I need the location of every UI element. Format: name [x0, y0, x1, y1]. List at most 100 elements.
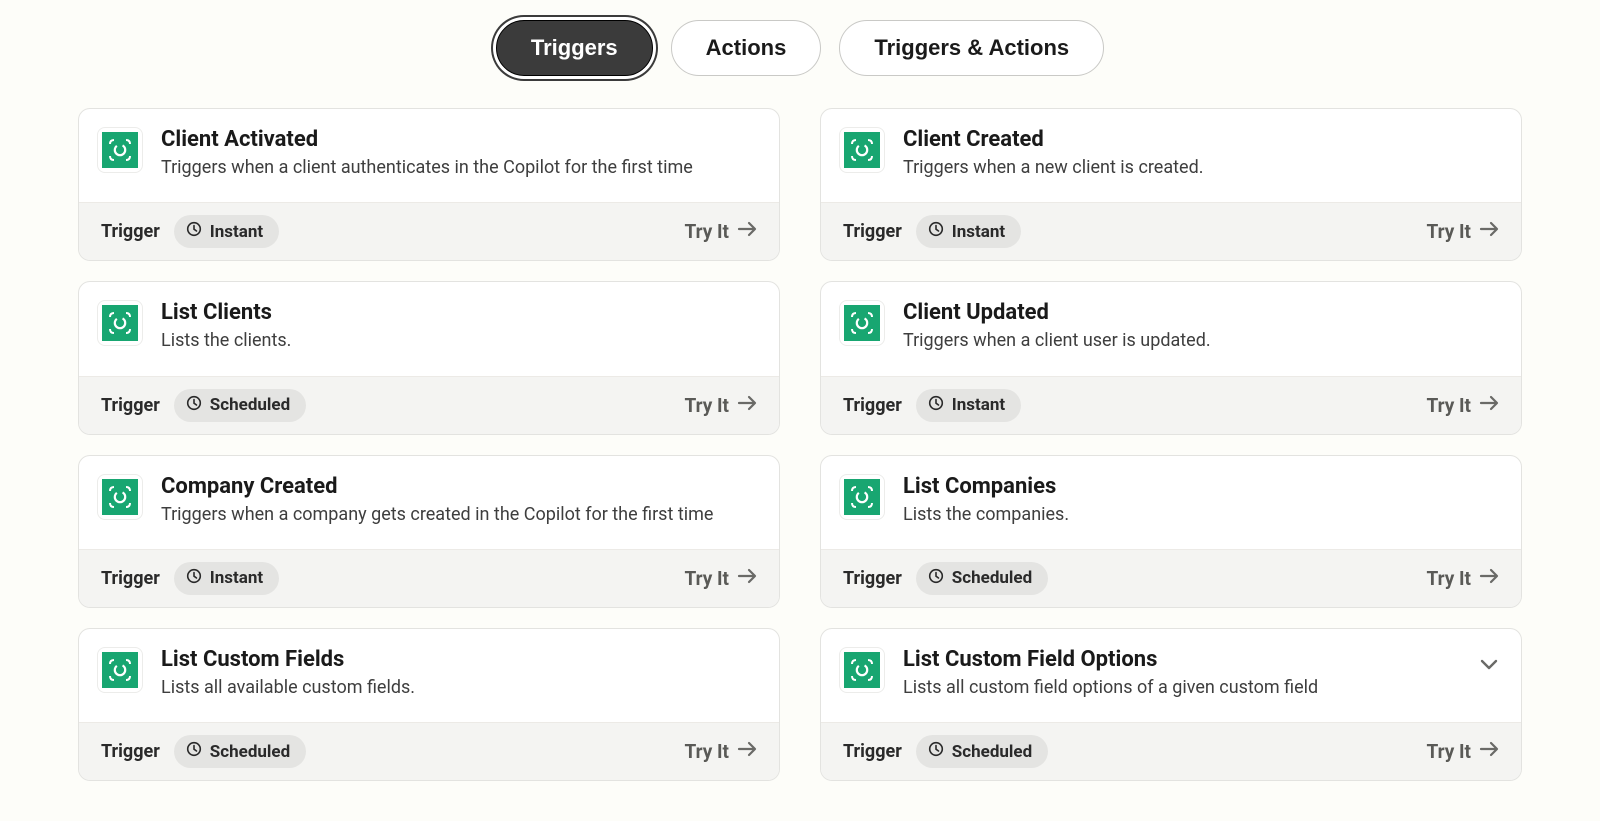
card-body: List CompaniesLists the companies.	[903, 474, 1499, 527]
arrow-right-icon	[1479, 740, 1499, 763]
badge-text: Scheduled	[210, 742, 290, 762]
card-footer: Trigger Scheduled Try It	[79, 376, 779, 434]
card-body: Client Created Triggers when a new client…	[903, 127, 1499, 180]
arrow-right-icon	[737, 567, 757, 590]
type-label: Trigger	[101, 568, 160, 589]
copilot-icon	[102, 305, 138, 341]
card-title: Company Created	[161, 474, 757, 499]
type-label: Trigger	[101, 221, 160, 242]
clock-icon	[928, 741, 944, 762]
badge-scheduled: Scheduled	[916, 735, 1048, 768]
trigger-card[interactable]: Client Created Triggers when a new client…	[820, 108, 1522, 261]
card-top: Client Created Triggers when a new client…	[821, 109, 1521, 202]
tab-triggers-actions[interactable]: Triggers & Actions	[839, 20, 1104, 76]
clock-icon	[186, 395, 202, 416]
app-icon-container	[97, 300, 143, 346]
card-title: Client Created	[903, 127, 1499, 152]
try-it-button[interactable]: Try It	[1426, 567, 1499, 590]
try-it-button[interactable]: Try It	[684, 394, 757, 417]
card-description: Triggers when a new client is created.	[903, 156, 1499, 180]
copilot-icon	[102, 652, 138, 688]
clock-icon	[186, 568, 202, 589]
trigger-card[interactable]: Client Updated Triggers when a client use…	[820, 281, 1522, 434]
type-label: Trigger	[843, 568, 902, 589]
try-it-button[interactable]: Try It	[1426, 220, 1499, 243]
try-it-button[interactable]: Try It	[684, 220, 757, 243]
card-footer: Trigger Scheduled Try It	[821, 722, 1521, 780]
tab-triggers[interactable]: Triggers	[496, 20, 653, 76]
card-title: Client Activated	[161, 127, 757, 152]
badge-instant: Instant	[916, 389, 1021, 422]
card-title: List Custom Fields	[161, 647, 757, 672]
card-top: Client Updated Triggers when a client use…	[821, 282, 1521, 375]
card-footer: Trigger Scheduled Try It	[821, 549, 1521, 607]
arrow-right-icon	[737, 220, 757, 243]
copilot-icon	[102, 132, 138, 168]
chevron-down-icon[interactable]	[1479, 647, 1499, 677]
badge-scheduled: Scheduled	[174, 389, 306, 422]
badge-text: Instant	[952, 222, 1005, 242]
badge-text: Scheduled	[952, 742, 1032, 762]
card-footer: Trigger Instant Try It	[79, 202, 779, 260]
try-it-button[interactable]: Try It	[1426, 740, 1499, 763]
trigger-card[interactable]: List CompaniesLists the companies. Trigge…	[820, 455, 1522, 608]
card-description: Triggers when a client user is updated.	[903, 329, 1499, 353]
type-label: Trigger	[843, 395, 902, 416]
arrow-right-icon	[1479, 394, 1499, 417]
clock-icon	[186, 741, 202, 762]
try-it-button[interactable]: Try It	[684, 740, 757, 763]
card-title: List Custom Field Options	[903, 647, 1461, 672]
card-footer: TriggerInstantTry It	[821, 202, 1521, 260]
clock-icon	[928, 221, 944, 242]
trigger-card[interactable]: Company Created Triggers when a company g…	[78, 455, 780, 608]
app-icon-container	[839, 474, 885, 520]
card-title: Client Updated	[903, 300, 1499, 325]
card-body: List Custom Fields Lists all available cu…	[161, 647, 757, 700]
try-it-button[interactable]: Try It	[1426, 394, 1499, 417]
card-description: Triggers when a company gets created in …	[161, 503, 757, 527]
badge-text: Instant	[952, 395, 1005, 415]
trigger-card[interactable]: Client ActivatedTriggers when a client a…	[78, 108, 780, 261]
copilot-icon	[102, 479, 138, 515]
arrow-right-icon	[1479, 220, 1499, 243]
cards-grid: Client ActivatedTriggers when a client a…	[40, 108, 1560, 781]
clock-icon	[186, 221, 202, 242]
trigger-card[interactable]: List ClientsLists the clients. Trigger Sch…	[78, 281, 780, 434]
card-top: Company Created Triggers when a company g…	[79, 456, 779, 549]
card-top: Client ActivatedTriggers when a client a…	[79, 109, 779, 202]
tab-actions[interactable]: Actions	[671, 20, 822, 76]
badge-text: Scheduled	[952, 568, 1032, 588]
badge-instant: Instant	[174, 215, 279, 248]
filter-tabs: Triggers Actions Triggers & Actions	[0, 20, 1600, 76]
arrow-right-icon	[737, 394, 757, 417]
badge-text: Instant	[210, 222, 263, 242]
card-description: Lists all available custom fields.	[161, 676, 757, 700]
arrow-right-icon	[737, 740, 757, 763]
type-label: Trigger	[843, 741, 902, 762]
app-icon-container	[97, 647, 143, 693]
card-body: List ClientsLists the clients.	[161, 300, 757, 353]
try-it-button[interactable]: Try It	[684, 567, 757, 590]
app-icon-container	[839, 127, 885, 173]
card-body: List Custom Field Options Lists all custo…	[903, 647, 1461, 700]
app-icon-container	[839, 647, 885, 693]
app-icon-container	[839, 300, 885, 346]
card-footer: TriggerScheduledTry It	[79, 722, 779, 780]
copilot-icon	[844, 132, 880, 168]
type-label: Trigger	[101, 395, 160, 416]
card-title: List Clients	[161, 300, 757, 325]
badge-instant: Instant	[916, 215, 1021, 248]
card-top: List ClientsLists the clients.	[79, 282, 779, 375]
app-icon-container	[97, 474, 143, 520]
badge-scheduled: Scheduled	[174, 735, 306, 768]
card-top: List CompaniesLists the companies.	[821, 456, 1521, 549]
trigger-card[interactable]: List Custom Field Options Lists all custo…	[820, 628, 1522, 781]
card-footer: Trigger Instant Try It	[821, 376, 1521, 434]
badge-instant: Instant	[174, 562, 279, 595]
card-description: Lists all custom field options of a give…	[903, 676, 1461, 700]
trigger-card[interactable]: List Custom Fields Lists all available cu…	[78, 628, 780, 781]
card-top: List Custom Fields Lists all available cu…	[79, 629, 779, 722]
clock-icon	[928, 568, 944, 589]
copilot-icon	[844, 305, 880, 341]
card-body: Client ActivatedTriggers when a client a…	[161, 127, 757, 180]
